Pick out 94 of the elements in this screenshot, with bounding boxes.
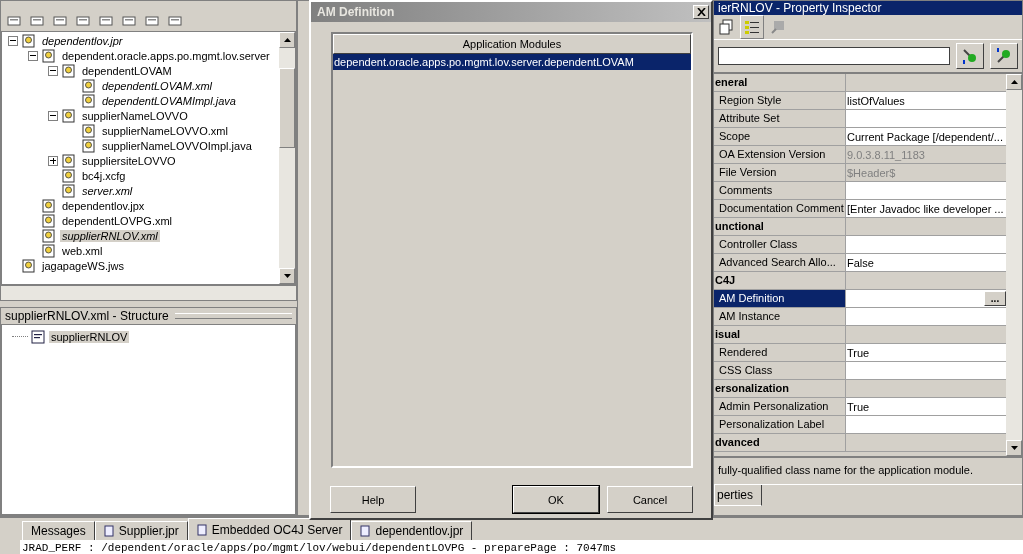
- tree-item[interactable]: jagapageWS.jws: [40, 259, 126, 272]
- tree-item[interactable]: dependentLOVAM: [80, 64, 174, 77]
- value-cell[interactable]: [846, 416, 1006, 433]
- scrollbar[interactable]: [1, 285, 296, 300]
- window-title: ierRNLOV - Property Inspector: [714, 1, 1022, 15]
- tree-item[interactable]: suppliersiteLOVVO: [80, 154, 178, 167]
- property-value: 9.0.3.8.11_1183: [847, 148, 925, 161]
- toolbar-icon[interactable]: [145, 15, 159, 27]
- toolbar-button[interactable]: [990, 43, 1018, 69]
- close-button[interactable]: [693, 5, 709, 19]
- panel-title: supplierRNLOV.xml - Structure: [5, 309, 169, 323]
- toolbar-icon[interactable]: [76, 15, 90, 27]
- tree-item[interactable]: supplierRNLOV: [49, 330, 130, 343]
- dialog-button[interactable]: Cancel: [607, 486, 693, 513]
- property-value: True: [847, 346, 870, 359]
- file-icon: [41, 243, 57, 258]
- description-text: fully-qualified class name for the application module.: [718, 464, 973, 476]
- file-icon: [61, 108, 77, 123]
- tree-item[interactable]: dependentLOVAM.xml: [100, 79, 215, 92]
- toolbar-icon[interactable]: [718, 19, 734, 35]
- scrollbar[interactable]: [279, 32, 295, 284]
- dialog-button[interactable]: Help: [330, 486, 416, 513]
- toolbar-icon[interactable]: [30, 15, 44, 27]
- value-cell[interactable]: [846, 308, 1006, 325]
- tree-item[interactable]: supplierNameLOVVO: [80, 109, 190, 122]
- property-value: True: [847, 400, 870, 413]
- file-icon: [81, 138, 97, 153]
- value-cell[interactable]: ...: [846, 290, 1006, 307]
- log-tab[interactable]: Embedded OC4J Server: [187, 518, 352, 540]
- column-header[interactable]: Application Modules: [333, 34, 691, 54]
- list-icon[interactable]: [740, 15, 764, 39]
- file-icon: [61, 63, 77, 78]
- file-icon: [81, 93, 97, 108]
- expand-toggle[interactable]: [48, 155, 58, 166]
- search-field[interactable]: [718, 47, 950, 65]
- tree-item[interactable]: dependent.oracle.apps.po.mgmt.lov.server: [60, 49, 272, 62]
- value-cell[interactable]: True: [846, 344, 1006, 361]
- list-item[interactable]: dependent.oracle.apps.po.mgmt.lov.server.dependentLOVAM: [333, 54, 691, 70]
- property-label[interactable]: AM Definition: [714, 290, 846, 307]
- value-cell[interactable]: [Enter Javadoc like developer ...: [846, 200, 1006, 217]
- document-icon: [196, 523, 207, 536]
- dialog-title: AM Definition: [317, 5, 395, 19]
- toolbar-icon[interactable]: [168, 15, 182, 27]
- value-cell[interactable]: [846, 182, 1006, 199]
- tree-item[interactable]: dependentLOVPG.xml: [60, 214, 175, 227]
- arrow-up-icon[interactable]: [1010, 80, 1018, 84]
- file-icon: [81, 123, 97, 138]
- file-icon: [41, 213, 57, 228]
- close-icon: [696, 8, 706, 16]
- document-icon: [30, 329, 46, 344]
- toolbar-icon[interactable]: [7, 15, 21, 27]
- tree-item[interactable]: server.xml: [80, 184, 135, 197]
- document-icon: [360, 525, 371, 537]
- file-icon: [41, 198, 57, 213]
- expand-toggle[interactable]: [48, 110, 58, 121]
- tree-item[interactable]: dependentlov.jpx: [60, 199, 147, 212]
- arrow-down-icon[interactable]: [283, 274, 291, 278]
- tree-item[interactable]: web.xml: [60, 244, 105, 257]
- file-icon: [61, 183, 77, 198]
- property-value: listOfValues: [847, 94, 905, 107]
- tree-item[interactable]: supplierNameLOVVOImpl.java: [100, 139, 254, 152]
- expand-toggle[interactable]: [48, 65, 58, 76]
- file-icon: [41, 48, 57, 63]
- property-value: $Header$: [847, 166, 896, 179]
- file-icon: [41, 228, 57, 243]
- arrow-down-icon[interactable]: [1010, 446, 1018, 450]
- expand-toggle[interactable]: [28, 50, 38, 61]
- file-icon: [61, 168, 77, 183]
- expand-toggle[interactable]: [8, 35, 18, 46]
- toolbar-icon[interactable]: [99, 15, 113, 27]
- panel-tab[interactable]: perties: [714, 485, 763, 506]
- toolbar-button[interactable]: [956, 43, 984, 69]
- value-cell[interactable]: False: [846, 254, 1006, 271]
- value-cell[interactable]: listOfValues: [846, 92, 1006, 109]
- scrollbar[interactable]: [1006, 74, 1022, 456]
- value-cell[interactable]: True: [846, 398, 1006, 415]
- file-icon: [81, 78, 97, 93]
- tree-item[interactable]: dependentlov.jpr: [40, 34, 125, 47]
- document-icon: [103, 525, 114, 537]
- value-cell[interactable]: [846, 110, 1006, 127]
- browse-button[interactable]: ...: [984, 291, 1006, 306]
- toolbar-icon[interactable]: [53, 15, 67, 27]
- file-icon: [61, 153, 77, 168]
- file-icon: [21, 258, 37, 273]
- dialog-button[interactable]: OK: [513, 486, 599, 513]
- value-cell[interactable]: [846, 236, 1006, 253]
- toolbar-icon[interactable]: [122, 15, 136, 27]
- tree-item[interactable]: dependentLOVAMImpl.java: [100, 94, 238, 107]
- tree-item[interactable]: supplierRNLOV.xml: [60, 229, 160, 242]
- property-value: False: [847, 256, 874, 269]
- value-cell[interactable]: [846, 362, 1006, 379]
- tree-item[interactable]: supplierNameLOVVO.xml: [100, 124, 230, 137]
- arrow-up-icon[interactable]: [283, 38, 291, 42]
- tree-item[interactable]: bc4j.xcfg: [80, 169, 128, 182]
